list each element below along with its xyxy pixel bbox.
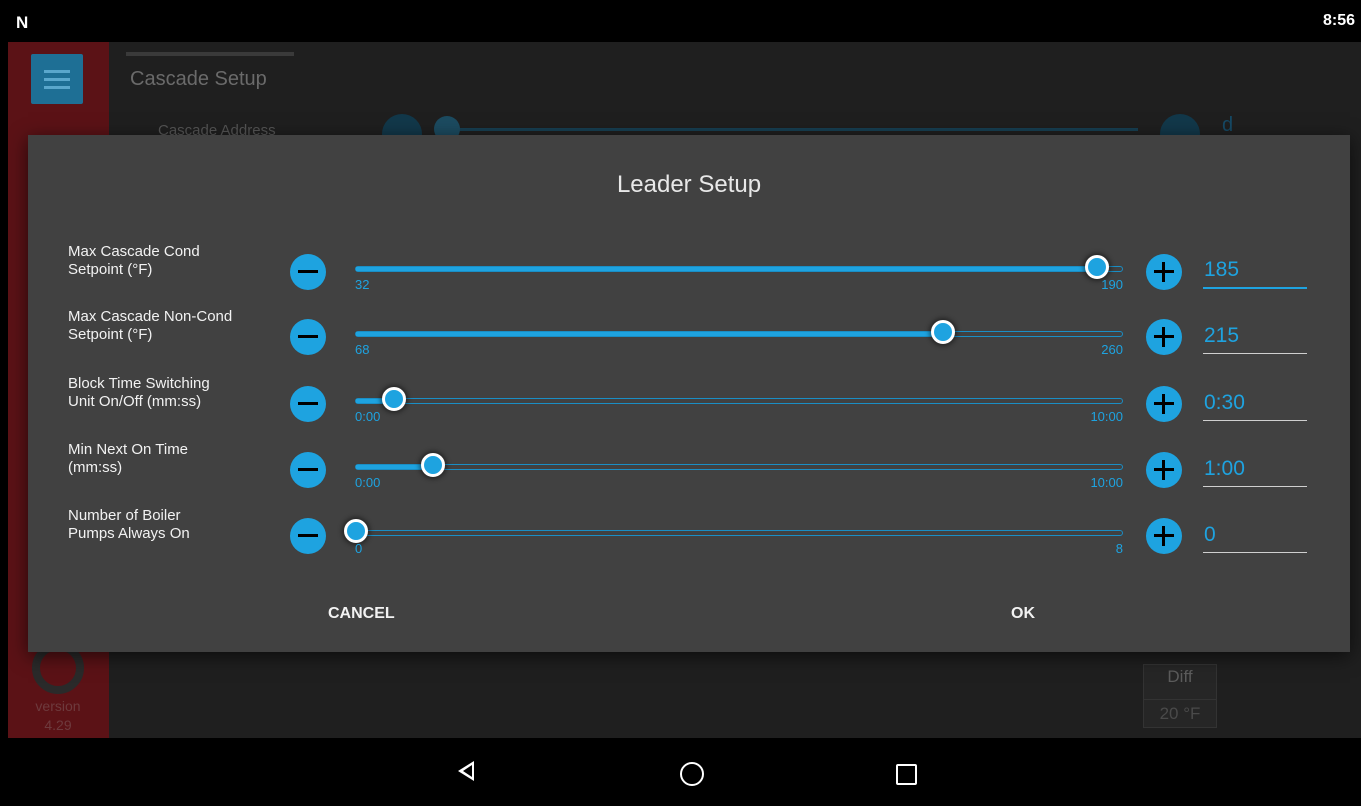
setting-label-line2: (mm:ss)	[68, 459, 123, 476]
slider-min-label: 0	[355, 541, 363, 556]
minus-circle-icon	[298, 402, 318, 405]
page-title: Cascade Setup	[130, 68, 267, 90]
setting-row: Block Time Switching Unit On/Off (mm:ss) 0…	[28, 375, 1350, 435]
value-field[interactable]	[1203, 385, 1307, 421]
slider-min-label: 0:00	[355, 475, 381, 490]
dialog-title: Leader Setup	[616, 171, 762, 198]
value-field[interactable]	[1203, 318, 1307, 354]
setting-label-line1: Max Cascade Non-Cond	[68, 308, 233, 325]
slider-max-label: 260	[1101, 342, 1123, 357]
navigation-bar	[0, 738, 1361, 806]
slider-fill	[356, 332, 943, 336]
slider-min-label: 68	[355, 342, 370, 357]
setting-label: Block Time Switching Unit On/Off (mm:ss)	[68, 375, 288, 411]
slider-max-label: 8	[1115, 541, 1123, 556]
background-slider-track	[448, 128, 1138, 131]
increment-button[interactable]	[1146, 452, 1182, 488]
back-icon-inner	[463, 765, 472, 777]
slider-thumb[interactable]	[344, 519, 368, 543]
setting-label-line2: Pumps Always On	[68, 525, 190, 542]
decrement-button[interactable]	[290, 452, 326, 488]
recents-icon[interactable]	[896, 764, 917, 785]
slider-min-label: 32	[355, 277, 370, 292]
setting-label-line2: Setpoint (°F)	[68, 261, 153, 278]
minus-circle-icon	[298, 534, 318, 537]
setting-row: Number of Boiler Pumps Always On 0 8	[28, 507, 1350, 567]
value-field[interactable]	[1203, 253, 1307, 289]
slider-max-label: 10:00	[1090, 475, 1123, 490]
slider-track[interactable]	[355, 255, 1123, 279]
decrement-button[interactable]	[290, 254, 326, 290]
slider-thumb[interactable]	[382, 387, 406, 411]
ok-button[interactable]: OK	[1011, 605, 1035, 623]
background-value: d	[1222, 114, 1234, 136]
slider-track[interactable]	[355, 320, 1123, 344]
slider-fill	[356, 267, 1097, 271]
version-label: version 4.29	[8, 697, 108, 735]
setting-label-line1: Max Cascade Cond	[68, 243, 200, 260]
diff-value: 20 °F	[1144, 699, 1216, 724]
setting-row: Max Cascade Non-Cond Setpoint (°F) 68 260	[28, 308, 1350, 368]
minus-circle-icon	[298, 468, 318, 471]
title-underline	[126, 52, 294, 56]
setting-label: Max Cascade Non-Cond Setpoint (°F)	[68, 308, 288, 344]
setting-label-line1: Min Next On Time	[68, 441, 189, 458]
diff-label: Diff	[1167, 667, 1193, 686]
version-number: 4.29	[44, 717, 72, 733]
slider-thumb[interactable]	[1085, 255, 1109, 279]
value-field[interactable]	[1203, 451, 1307, 487]
slider-max-label: 190	[1101, 277, 1123, 292]
decrement-button[interactable]	[290, 386, 326, 422]
cancel-button[interactable]: CANCEL	[328, 605, 395, 623]
leader-setup-dialog: Leader Setup Max Cascade Cond Setpoint (°…	[28, 135, 1350, 652]
setting-label: Max Cascade Cond Setpoint (°F)	[68, 243, 288, 279]
slider-track[interactable]	[355, 453, 1123, 477]
plus-vertical-bar	[1162, 460, 1165, 480]
setting-label-line2: Unit On/Off (mm:ss)	[68, 393, 202, 410]
plus-vertical-bar	[1162, 262, 1165, 282]
plus-vertical-bar	[1162, 526, 1165, 546]
setting-label: Min Next On Time (mm:ss)	[68, 441, 288, 477]
setting-label-line1: Number of Boiler	[68, 507, 181, 524]
slider-min-label: 0:00	[355, 409, 381, 424]
home-icon[interactable]	[680, 762, 704, 786]
increment-button[interactable]	[1146, 254, 1182, 290]
minus-circle-icon	[298, 335, 318, 338]
slider-thumb[interactable]	[421, 453, 445, 477]
clock: 8:56	[1322, 12, 1355, 29]
slider-track[interactable]	[355, 387, 1123, 411]
setting-row: Max Cascade Cond Setpoint (°F) 32 190	[28, 243, 1350, 303]
value-field[interactable]	[1203, 517, 1307, 553]
increment-button[interactable]	[1146, 386, 1182, 422]
slider-track[interactable]	[344, 519, 1123, 543]
plus-vertical-bar	[1162, 394, 1165, 414]
setting-row: Min Next On Time (mm:ss) 0:00 10:00	[28, 441, 1350, 501]
increment-button[interactable]	[1146, 518, 1182, 554]
slider-max-label: 10:00	[1090, 409, 1123, 424]
diff-box: Diff 20 °F	[1143, 664, 1217, 728]
decrement-button[interactable]	[290, 518, 326, 554]
slider-thumb[interactable]	[931, 320, 955, 344]
menu-icon	[44, 70, 70, 73]
status-bar: N 8:56	[0, 0, 1361, 42]
notification-icon: N	[16, 13, 29, 32]
setting-label: Number of Boiler Pumps Always On	[68, 507, 288, 543]
plus-vertical-bar	[1162, 327, 1165, 347]
decrement-button[interactable]	[290, 319, 326, 355]
increment-button[interactable]	[1146, 319, 1182, 355]
menu-icon-bar	[44, 78, 70, 81]
minus-circle-icon	[298, 270, 318, 273]
setting-label-line2: Setpoint (°F)	[68, 326, 153, 343]
version-text: version	[35, 698, 81, 714]
setting-label-line1: Block Time Switching	[68, 375, 210, 392]
menu-button[interactable]	[31, 54, 83, 104]
menu-icon-bar	[44, 86, 70, 89]
